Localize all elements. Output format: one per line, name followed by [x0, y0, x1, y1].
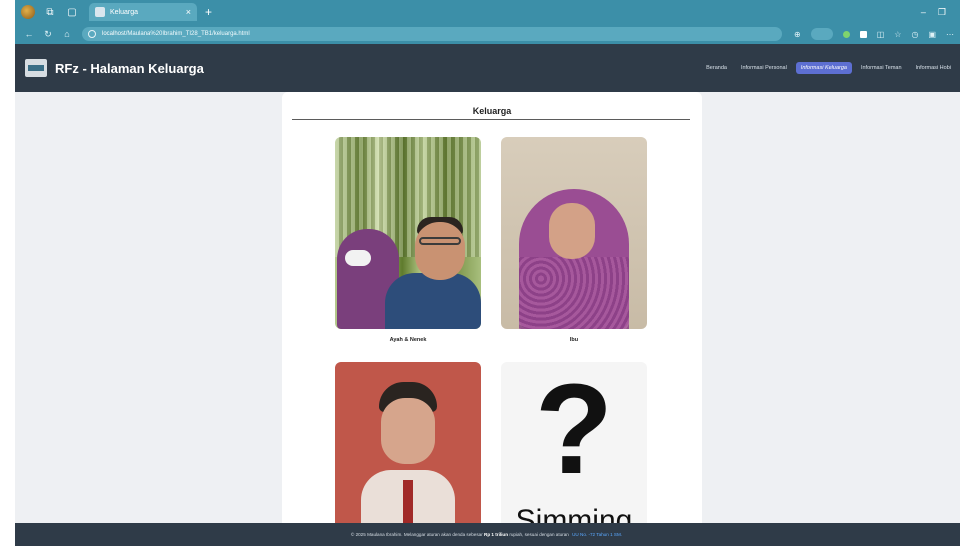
favorites-icon[interactable]: ☆: [894, 30, 901, 39]
url-text: localhost/Maulana%20Ibrahim_TI28_TB1/kel…: [102, 31, 250, 37]
page-content[interactable]: Keluarga Ayah & Nenek Ibu ? Simming: [15, 92, 960, 523]
member-child: [335, 362, 481, 523]
back-icon[interactable]: ←: [24, 29, 34, 39]
site-logo: [25, 59, 47, 77]
zoom-icon[interactable]: ⊕: [794, 30, 801, 39]
more-menu-icon[interactable]: ⋯: [946, 30, 954, 39]
photo-unknown: ? Simming: [501, 362, 647, 523]
caption-ibu: Ibu: [569, 337, 579, 343]
collections-icon[interactable]: ▣: [928, 30, 936, 39]
nav-informasi-hobi[interactable]: Informasi Hobi: [911, 62, 956, 74]
home-icon[interactable]: ⌂: [62, 29, 72, 39]
question-mark: ?: [534, 362, 614, 501]
footer-prefix: © 2025 Maulana Ibrahim. Melanggar aturan…: [350, 532, 483, 537]
restore-icon[interactable]: ❐: [938, 7, 946, 18]
nav-informasi-personal[interactable]: Informasi Personal: [736, 62, 792, 74]
main-nav: Beranda Informasi Personal Informasi Kel…: [701, 62, 956, 74]
photo-ibu: [501, 137, 647, 329]
photo-ayah-nenek: [335, 137, 481, 329]
site-title: RFz - Halaman Keluarga: [55, 60, 204, 76]
member-ibu: Ibu: [501, 137, 647, 343]
minimize-icon[interactable]: –: [921, 7, 926, 18]
nav-informasi-keluarga[interactable]: Informasi Keluarga: [795, 62, 852, 74]
browser-window: ⧉ ▢ Keluarga × + – ❐ ← ↻ ⌂ localhost/Mau…: [15, 0, 960, 546]
history-icon[interactable]: ◷: [911, 30, 918, 39]
profile-avatar-icon[interactable]: [21, 5, 35, 19]
extension-square-icon[interactable]: [859, 30, 867, 38]
tab-close-icon[interactable]: ×: [186, 7, 191, 17]
site-footer: © 2025 Maulana Ibrahim. Melanggar aturan…: [15, 523, 960, 546]
nav-beranda[interactable]: Beranda: [701, 62, 732, 74]
footer-middle: rupiah, sesuai dengan aturan: [509, 532, 569, 537]
tab-actions-icon[interactable]: ▢: [65, 5, 79, 19]
favorite-pill[interactable]: [810, 28, 833, 40]
nav-informasi-teman[interactable]: Informasi Teman: [856, 62, 907, 74]
window-controls: – ❐: [921, 7, 946, 18]
site-info-icon[interactable]: [88, 30, 96, 38]
split-screen-icon[interactable]: ◫: [877, 30, 885, 39]
tab-favicon-icon: [95, 7, 105, 17]
refresh-icon[interactable]: ↻: [43, 29, 53, 40]
member-unknown: ? Simming: [501, 362, 647, 523]
address-row: ← ↻ ⌂ localhost/Maulana%20Ibrahim_TI28_T…: [15, 24, 960, 44]
tab-title: Keluarga: [110, 8, 139, 16]
screen: ⧉ ▢ Keluarga × + – ❐ ← ↻ ⌂ localhost/Mau…: [0, 0, 960, 546]
extension-green-icon[interactable]: [842, 30, 850, 38]
card-heading: Keluarga: [472, 106, 512, 116]
tab-strip: ⧉ ▢ Keluarga × + – ❐: [15, 0, 960, 24]
site-header: RFz - Halaman Keluarga Beranda Informasi…: [15, 44, 960, 92]
caption-ayah-nenek: Ayah & Nenek: [389, 337, 427, 343]
member-ayah-nenek: Ayah & Nenek: [335, 137, 481, 343]
simming-text: Simming: [515, 504, 633, 523]
toolbar-right: ⊕ ◫ ☆ ◷ ▣ ⋯: [794, 24, 960, 44]
new-tab-icon[interactable]: +: [205, 5, 212, 19]
tab-keluarga[interactable]: Keluarga ×: [89, 3, 197, 21]
address-bar[interactable]: localhost/Maulana%20Ibrahim_TI28_TB1/kel…: [82, 27, 782, 41]
workspaces-icon[interactable]: ⧉: [43, 5, 57, 19]
footer-amount: Rp 1 triliun: [484, 532, 509, 537]
photo-child: [335, 362, 481, 523]
heading-divider: [292, 119, 690, 120]
footer-law-link[interactable]: UU No. -72 Tahun 1 SM.: [572, 532, 622, 537]
family-card: Keluarga Ayah & Nenek Ibu ? Simming: [282, 92, 702, 523]
